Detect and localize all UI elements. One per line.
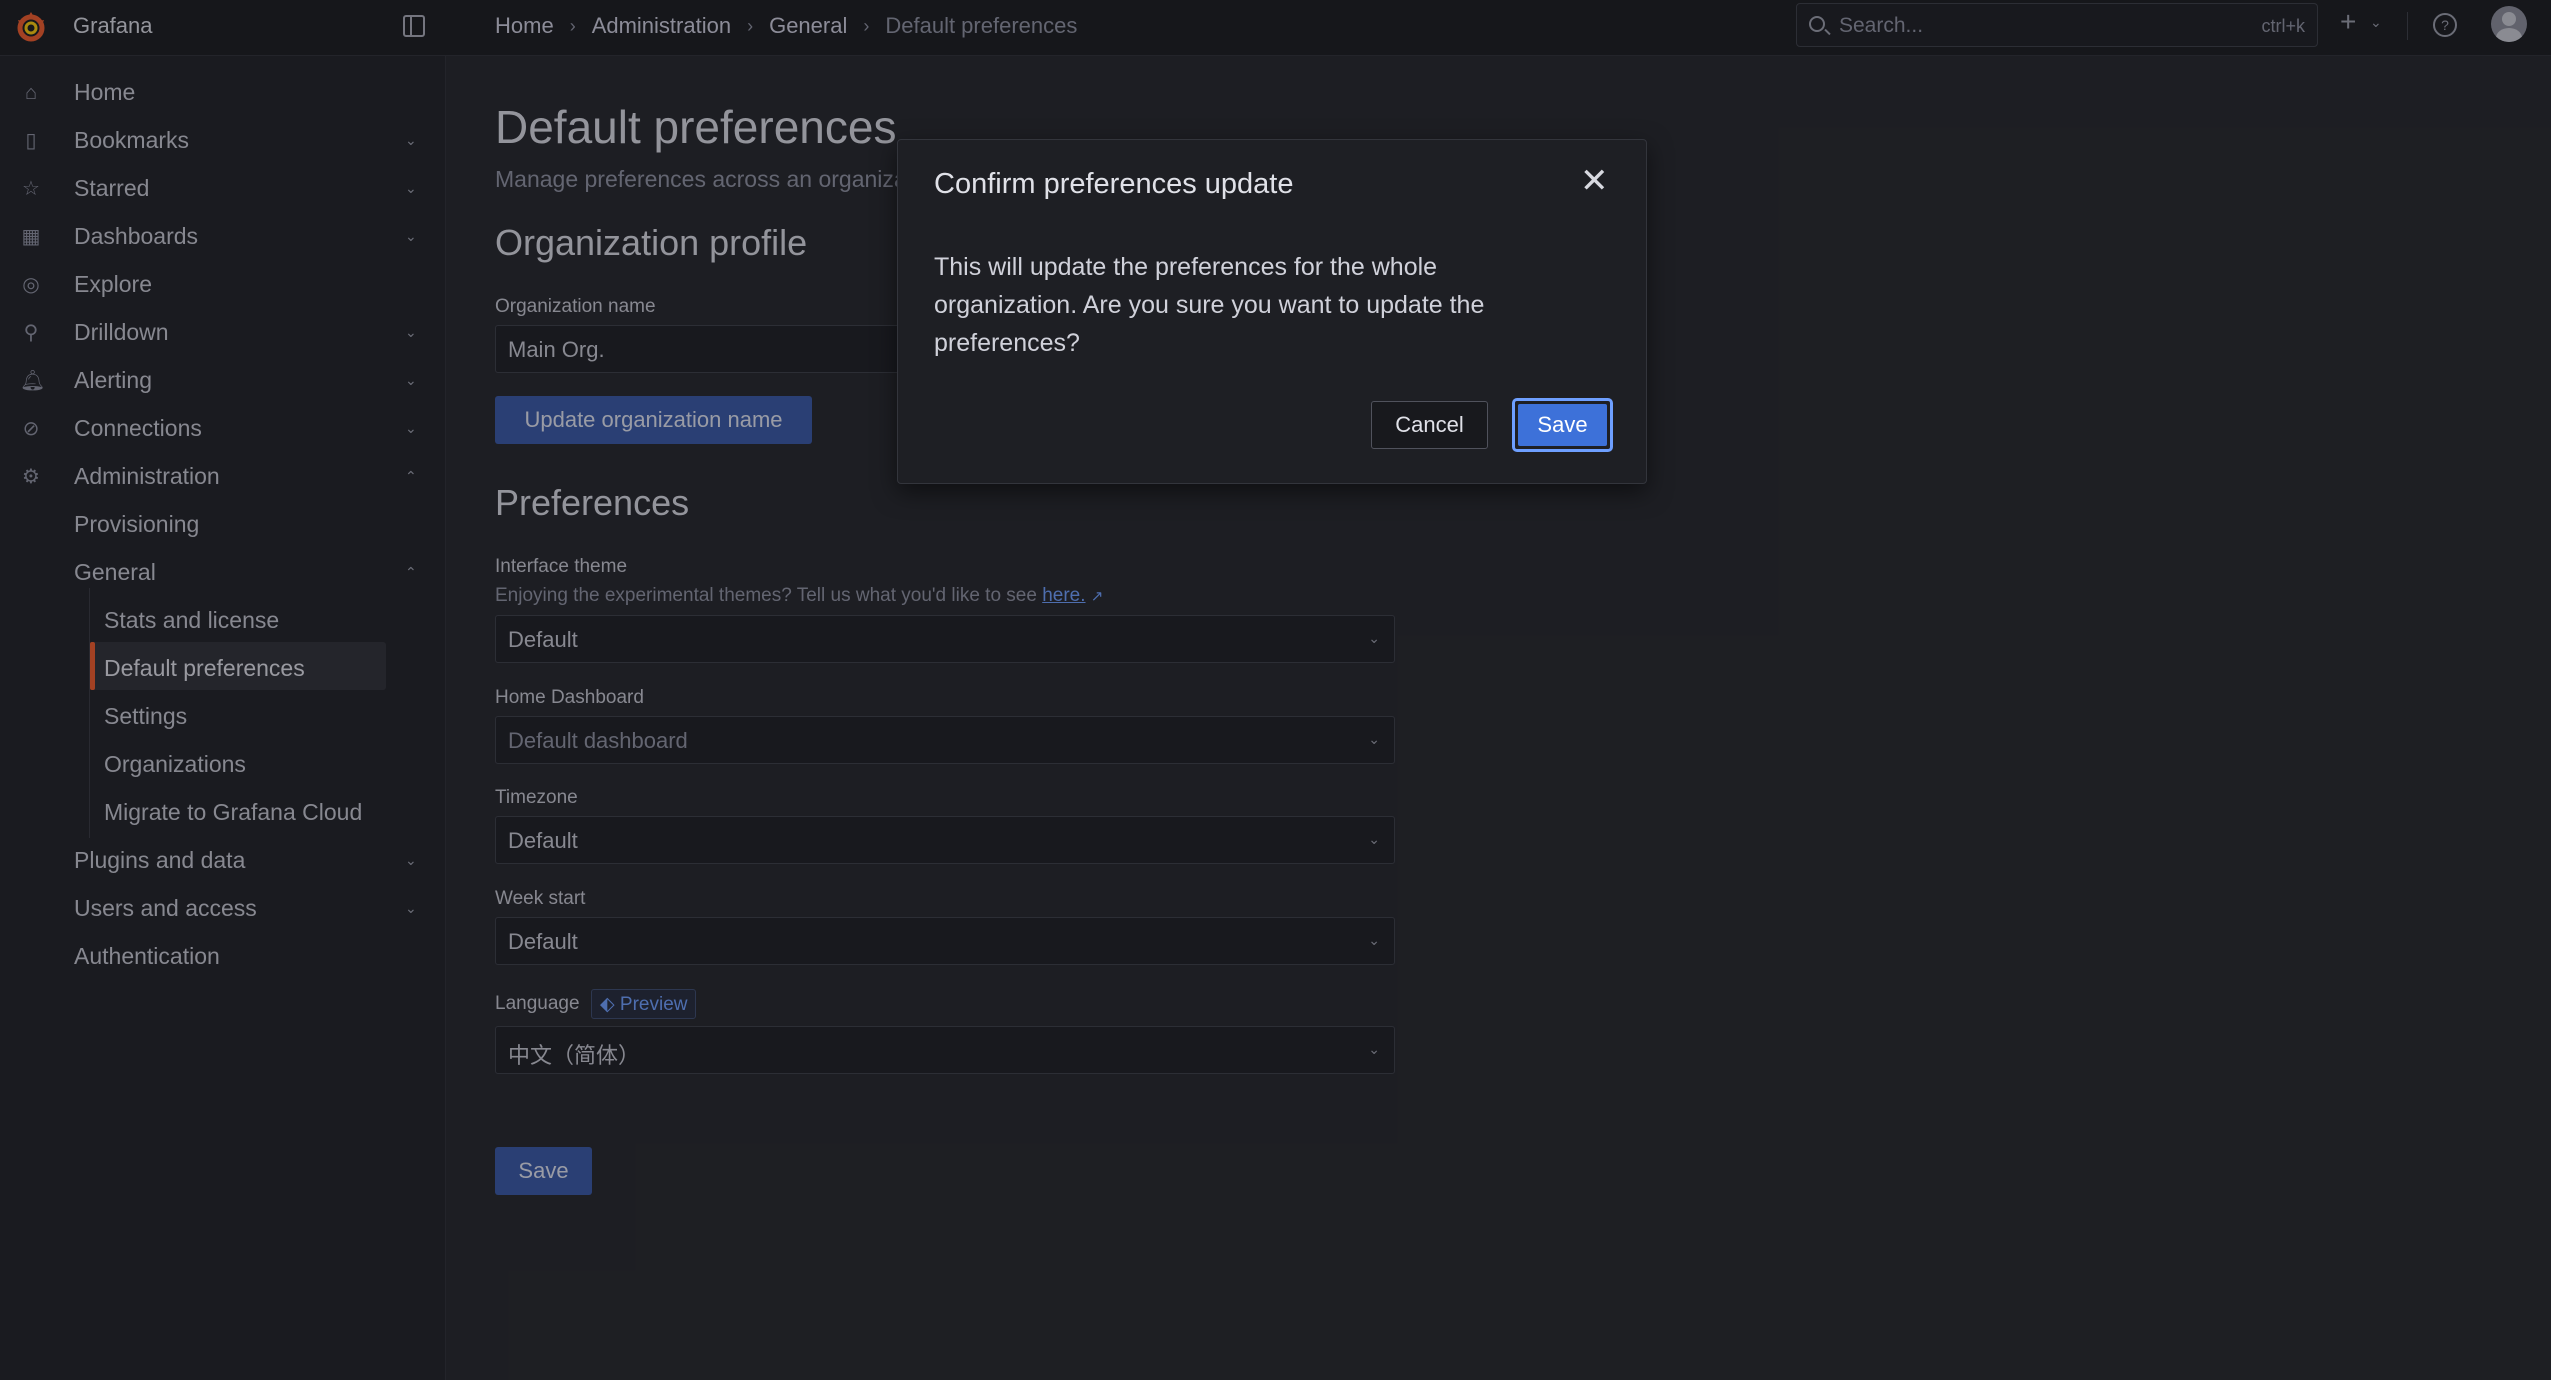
- close-icon[interactable]: ✕: [1580, 164, 1609, 198]
- cancel-button[interactable]: Cancel: [1371, 401, 1488, 449]
- confirm-dialog: Confirm preferences update ✕ This will u…: [897, 139, 1647, 484]
- dialog-body: This will update the preferences for the…: [934, 253, 1485, 357]
- dialog-title: Confirm preferences update: [934, 168, 1294, 200]
- confirm-save-label: Save: [1518, 404, 1607, 446]
- confirm-save-button[interactable]: Save: [1512, 398, 1613, 452]
